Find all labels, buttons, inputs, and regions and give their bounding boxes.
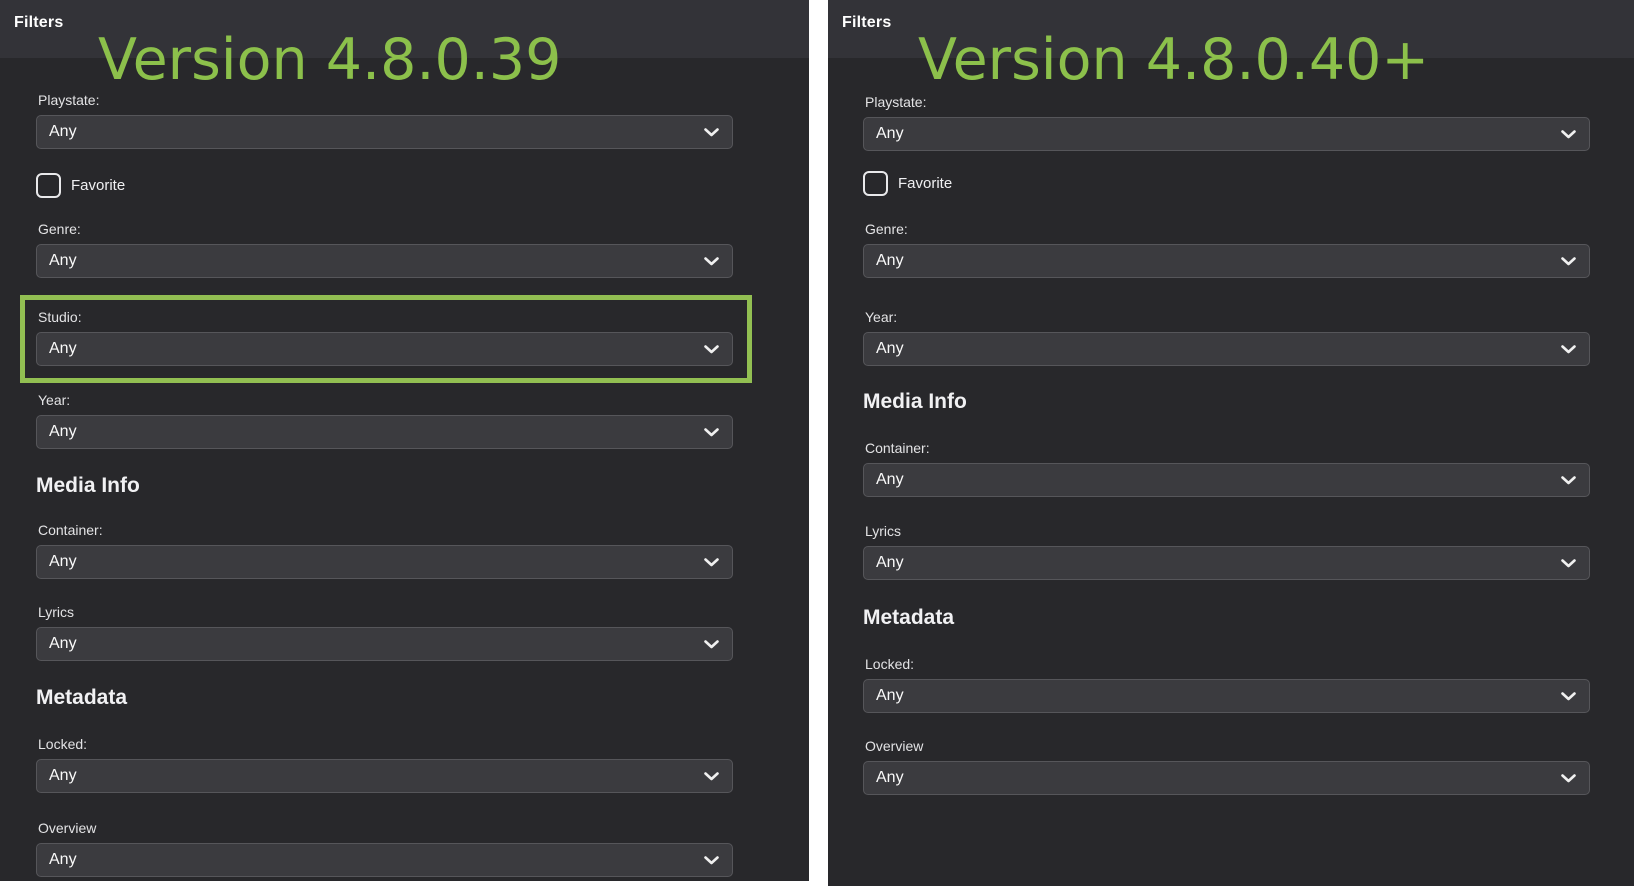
year-label: Year: (38, 392, 71, 408)
overview-select[interactable]: Any (36, 843, 733, 877)
select-value: Any (49, 851, 77, 868)
select-value: Any (49, 635, 77, 652)
select-value: Any (49, 340, 77, 357)
chevron-down-icon (1561, 773, 1576, 782)
playstate-label: Playstate: (865, 94, 927, 110)
chevron-down-icon (1561, 344, 1576, 353)
locked-select[interactable]: Any (863, 679, 1590, 713)
studio-highlight-box: Studio: Any (20, 295, 752, 383)
genre-label: Genre: (38, 221, 81, 237)
select-value: Any (876, 252, 904, 269)
favorite-checkbox-row[interactable]: Favorite (863, 171, 1590, 196)
select-value: Any (49, 123, 77, 140)
locked-label: Locked: (38, 736, 88, 752)
metadata-heading: Metadata (863, 606, 955, 629)
media-info-heading: Media Info (36, 474, 140, 497)
genre-label: Genre: (865, 221, 908, 237)
container-select[interactable]: Any (36, 545, 733, 579)
locked-select[interactable]: Any (36, 759, 733, 793)
chevron-down-icon (704, 639, 719, 648)
lyrics-select[interactable]: Any (863, 546, 1590, 580)
year-select[interactable]: Any (36, 415, 733, 449)
locked-label: Locked: (865, 656, 915, 672)
genre-select[interactable]: Any (863, 244, 1590, 278)
favorite-checkbox[interactable] (863, 171, 888, 196)
chevron-down-icon (1561, 558, 1576, 567)
studio-label: Studio: (38, 309, 82, 325)
container-label: Container: (38, 522, 103, 538)
select-value: Any (49, 767, 77, 784)
select-value: Any (876, 125, 904, 142)
favorite-checkbox-row[interactable]: Favorite (36, 173, 733, 198)
playstate-select[interactable]: Any (36, 115, 733, 149)
lyrics-label: Lyrics (865, 523, 902, 539)
playstate-label: Playstate: (38, 92, 100, 108)
panel-title: Filters (14, 14, 64, 31)
filters-panel-v4-8-0-40: Filters Version 4.8.0.40+ Playstate: Any… (828, 0, 1634, 886)
select-value: Any (876, 340, 904, 357)
genre-select[interactable]: Any (36, 244, 733, 278)
filters-panel-v4-8-0-39: Filters Version 4.8.0.39 Playstate: Any … (0, 0, 809, 881)
chevron-down-icon (704, 344, 719, 353)
chevron-down-icon (1561, 129, 1576, 138)
select-value: Any (876, 554, 904, 571)
overview-label: Overview (38, 820, 97, 836)
studio-select[interactable]: Any (36, 332, 733, 366)
favorite-label: Favorite (71, 177, 126, 194)
favorite-checkbox[interactable] (36, 173, 61, 198)
overview-label: Overview (865, 738, 924, 754)
chevron-down-icon (704, 771, 719, 780)
chevron-down-icon (704, 127, 719, 136)
panel-header: Filters (0, 0, 809, 58)
chevron-down-icon (704, 256, 719, 265)
filters-form: Playstate: Any Favorite Genre: Any Studi… (0, 93, 769, 877)
media-info-heading: Media Info (863, 390, 967, 413)
select-value: Any (876, 769, 904, 786)
playstate-select[interactable]: Any (863, 117, 1590, 151)
chevron-down-icon (1561, 256, 1576, 265)
panel-divider (809, 0, 828, 886)
metadata-heading: Metadata (36, 686, 128, 709)
select-value: Any (49, 553, 77, 570)
chevron-down-icon (704, 427, 719, 436)
chevron-down-icon (1561, 691, 1576, 700)
lyrics-select[interactable]: Any (36, 627, 733, 661)
panel-title: Filters (842, 14, 892, 31)
lyrics-label: Lyrics (38, 604, 75, 620)
year-label: Year: (865, 309, 898, 325)
select-value: Any (876, 687, 904, 704)
chevron-down-icon (704, 855, 719, 864)
container-select[interactable]: Any (863, 463, 1590, 497)
filters-form: Playstate: Any Favorite Genre: Any Year:… (828, 95, 1625, 795)
select-value: Any (876, 471, 904, 488)
chevron-down-icon (1561, 475, 1576, 484)
panel-header: Filters (828, 0, 1634, 58)
favorite-label: Favorite (898, 175, 953, 192)
select-value: Any (49, 423, 77, 440)
container-label: Container: (865, 440, 930, 456)
chevron-down-icon (704, 557, 719, 566)
select-value: Any (49, 252, 77, 269)
overview-select[interactable]: Any (863, 761, 1590, 795)
year-select[interactable]: Any (863, 332, 1590, 366)
